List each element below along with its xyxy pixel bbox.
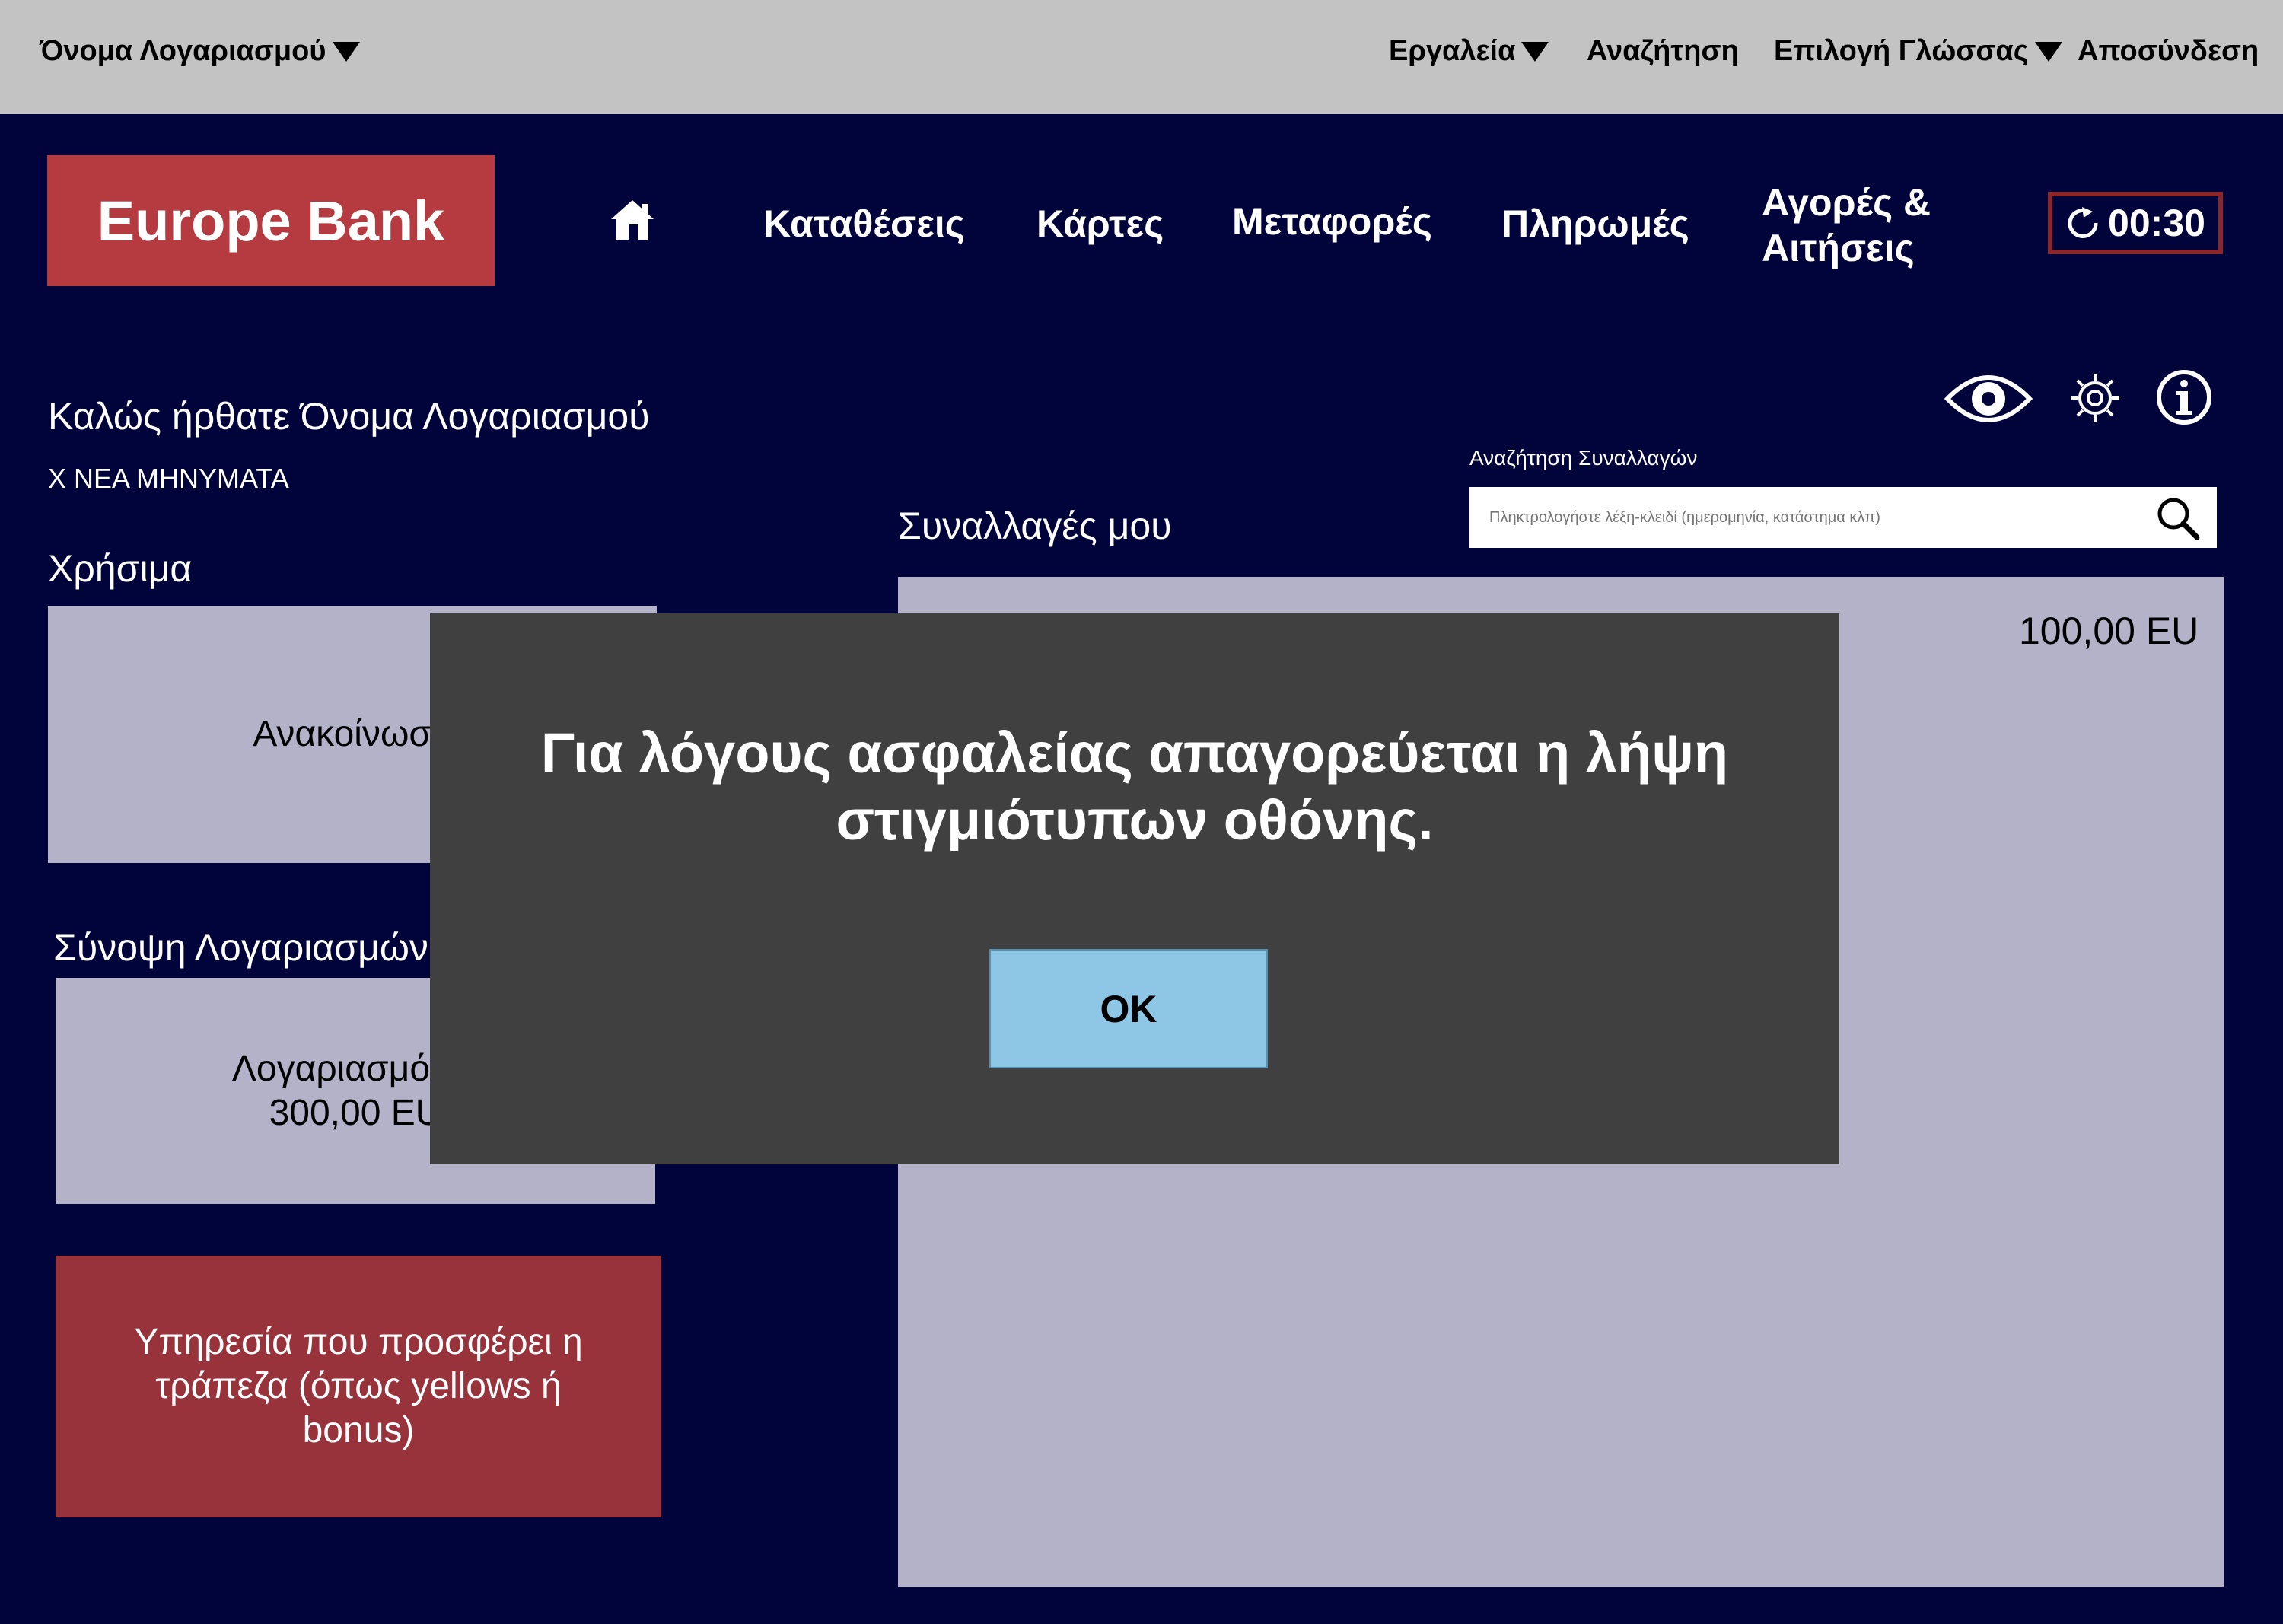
my-transactions-title: Συναλλαγές μου [898,505,1172,547]
timer-value: 00:30 [2108,202,2205,244]
chevron-down-icon [1521,41,1549,62]
promo-line-3: bonus) [302,1410,415,1450]
transactions-search-box [1469,487,2217,548]
account-name-dropdown[interactable]: Όνομα Λογαριασμού [40,35,360,68]
nav-purchases-line2: Αιτήσεις [1762,227,1915,269]
search-transactions-label: Αναζήτηση Συναλλαγών [1469,446,1698,470]
useful-section-title: Χρήσιμα [48,547,193,590]
dialog-message-line-1: Για λόγους ασφαλείας απαγορεύεται η λήψη [540,721,1729,785]
refresh-icon [2068,207,2098,238]
welcome-greeting: Καλώς ήρθατε Όνομα Λογαριασμού [48,395,650,438]
ok-button[interactable]: OK [989,949,1268,1068]
nav-payments[interactable]: Πληρωμές [1501,202,1689,246]
dialog-message-line-2: στιγμιότυπων οθόνης. [836,788,1434,852]
session-timer[interactable]: 00:30 [2048,192,2223,254]
gear-icon[interactable] [2068,371,2122,425]
chevron-down-icon [332,41,360,62]
search-link[interactable]: Αναζήτηση [1587,35,1739,68]
search-input[interactable] [1469,487,2139,548]
nav-purchases-applications[interactable]: Αγορές & Αιτήσεις [1762,180,1931,271]
account-balance: 300,00 EU [269,1092,442,1133]
announcement-label: Ανακοίνωση [253,714,452,754]
transaction-amount: 100,00 EU [2019,610,2199,652]
screenshot-warning-dialog: Για λόγους ασφαλείας απαγορεύεται η λήψη… [430,613,1839,1164]
bank-service-promo[interactable]: Υπηρεσία που προσφέρει η τράπεζα (όπως y… [56,1256,661,1517]
promo-line-2: τράπεζα (όπως yellows ή [155,1366,562,1406]
nav-deposits[interactable]: Καταθέσεις [763,202,965,246]
bank-logo[interactable]: Europe Bank [47,155,495,286]
nav-cards[interactable]: Κάρτες [1036,202,1164,246]
tools-label: Εργαλεία [1389,35,1516,67]
logout-link[interactable]: Αποσύνδεση [2078,35,2259,68]
info-icon[interactable] [2155,368,2213,426]
tools-dropdown[interactable]: Εργαλεία [1389,35,1549,68]
visibility-eye-icon[interactable] [1943,367,2034,431]
chevron-down-icon [2034,41,2062,62]
nav-transfers[interactable]: Μεταφορές [1232,199,1432,244]
top-utility-bar: Όνομα Λογαριασμού Εργαλεία Αναζήτηση Επι… [0,0,2283,114]
search-label: Αναζήτηση [1587,35,1739,67]
accounts-summary-title: Σύνοψη Λογαριασμών [53,926,428,969]
language-label: Επιλογή Γλώσσας [1774,35,2029,67]
account-name-label: Όνομα Λογαριασμού [40,35,326,67]
search-icon[interactable] [2154,495,2202,542]
logo-text: Europe Bank [97,189,445,253]
promo-line-1: Υπηρεσία που προσφέρει η [134,1322,583,1362]
dialog-message: Για λόγους ασφαλείας απαγορεύεται η λήψη… [430,720,1839,854]
nav-purchases-line1: Αγορές & [1762,181,1931,224]
logout-label: Αποσύνδεση [2078,35,2259,67]
language-dropdown[interactable]: Επιλογή Γλώσσας [1774,35,2062,68]
new-messages-link[interactable]: X NEA MHNYMATA [48,463,289,495]
home-icon[interactable] [609,198,656,242]
